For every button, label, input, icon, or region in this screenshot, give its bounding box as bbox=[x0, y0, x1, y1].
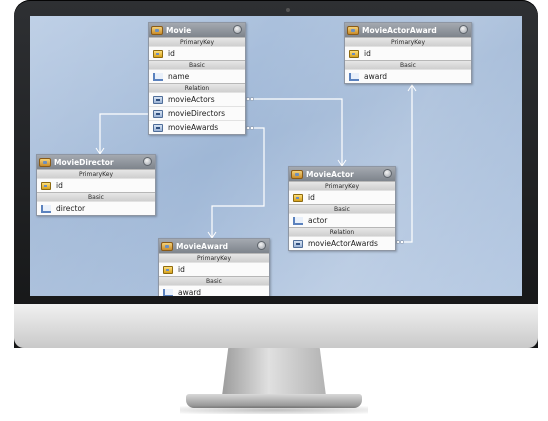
section-label-primarykey: PrimaryKey bbox=[159, 253, 269, 262]
connector-end-marker bbox=[246, 97, 250, 101]
field-row[interactable]: id bbox=[289, 190, 395, 204]
field-row[interactable]: name bbox=[149, 69, 245, 83]
field-row[interactable]: id bbox=[37, 178, 155, 192]
entity-header[interactable]: MovieAward bbox=[159, 239, 269, 253]
entity-title: MovieDirector bbox=[54, 157, 114, 167]
entity-icon bbox=[347, 25, 359, 35]
connector-end-marker bbox=[400, 240, 404, 244]
key-icon bbox=[41, 181, 51, 190]
entity-header[interactable]: MovieDirector bbox=[37, 155, 155, 169]
field-name: director bbox=[56, 204, 86, 213]
field-row[interactable]: actor bbox=[289, 213, 395, 227]
basic-field-icon bbox=[41, 204, 51, 213]
section-label-basic: Basic bbox=[159, 276, 269, 285]
collapse-icon[interactable] bbox=[257, 241, 266, 250]
relation-icon bbox=[153, 109, 163, 118]
entity-movie[interactable]: Movie PrimaryKey id Basic name Relation … bbox=[148, 22, 246, 135]
entity-movie-award[interactable]: MovieAward PrimaryKey id Basic award bbox=[158, 238, 270, 296]
section-label-relation: Relation bbox=[289, 227, 395, 236]
field-name: name bbox=[168, 72, 190, 81]
entity-title: MovieAward bbox=[176, 241, 229, 251]
relation-icon bbox=[153, 95, 163, 104]
monitor-stand-neck bbox=[222, 348, 326, 396]
field-row[interactable]: movieActorAwards bbox=[289, 236, 395, 250]
field-name: movieAwards bbox=[168, 123, 219, 132]
monitor-chin bbox=[14, 304, 538, 348]
connector-movieactor-movieactoraward[interactable] bbox=[394, 85, 413, 243]
entity-header[interactable]: Movie bbox=[149, 23, 245, 37]
section-label-primarykey: PrimaryKey bbox=[345, 37, 471, 46]
connector-end-marker bbox=[250, 126, 254, 130]
entity-icon bbox=[161, 241, 173, 251]
field-name: id bbox=[364, 49, 371, 58]
entity-icon bbox=[39, 157, 51, 167]
field-name: award bbox=[364, 72, 388, 81]
entity-movie-actor-award[interactable]: MovieActorAward PrimaryKey id Basic awar… bbox=[344, 22, 472, 84]
key-icon bbox=[349, 49, 359, 58]
entity-title: Movie bbox=[166, 25, 192, 35]
field-name: id bbox=[308, 193, 315, 202]
entity-header[interactable]: MovieActorAward bbox=[345, 23, 471, 37]
entity-movie-director[interactable]: MovieDirector PrimaryKey id Basic direct… bbox=[36, 154, 156, 216]
key-icon bbox=[163, 265, 173, 274]
collapse-icon[interactable] bbox=[459, 25, 468, 34]
relation-icon bbox=[153, 123, 163, 132]
field-name: movieActors bbox=[168, 95, 215, 104]
entity-header[interactable]: MovieActor bbox=[289, 167, 395, 181]
collapse-icon[interactable] bbox=[383, 169, 392, 178]
entity-title: MovieActor bbox=[306, 169, 354, 179]
section-label-primarykey: PrimaryKey bbox=[289, 181, 395, 190]
section-label-primarykey: PrimaryKey bbox=[149, 37, 245, 46]
field-name: movieDirectors bbox=[168, 109, 226, 118]
field-name: actor bbox=[308, 216, 328, 225]
field-row[interactable]: movieActors bbox=[149, 92, 245, 106]
field-row[interactable]: director bbox=[37, 201, 155, 215]
field-name: award bbox=[178, 288, 202, 296]
field-row[interactable]: movieAwards bbox=[149, 120, 245, 134]
connector-movie-moviedirector[interactable] bbox=[99, 113, 148, 154]
field-row[interactable]: award bbox=[159, 285, 269, 296]
entity-title: MovieActorAward bbox=[362, 25, 437, 35]
entity-icon bbox=[291, 169, 303, 179]
relation-icon bbox=[293, 239, 303, 248]
monitor-stand-shadow bbox=[180, 406, 368, 414]
connector-end-marker bbox=[250, 97, 254, 101]
collapse-icon[interactable] bbox=[143, 157, 152, 166]
key-icon bbox=[293, 193, 303, 202]
connector-movie-movieaward[interactable] bbox=[211, 127, 265, 238]
field-row[interactable]: movieDirectors bbox=[149, 106, 245, 120]
section-label-relation: Relation bbox=[149, 83, 245, 92]
field-row[interactable]: id bbox=[149, 46, 245, 60]
basic-field-icon bbox=[163, 288, 173, 296]
field-name: movieActorAwards bbox=[308, 239, 378, 248]
camera-dot bbox=[286, 8, 290, 12]
section-label-basic: Basic bbox=[345, 60, 471, 69]
key-icon bbox=[153, 49, 163, 58]
field-row[interactable]: id bbox=[159, 262, 269, 276]
connector-end-marker bbox=[396, 240, 400, 244]
field-name: id bbox=[56, 181, 63, 190]
basic-field-icon bbox=[153, 72, 163, 81]
diagram-canvas[interactable]: Movie PrimaryKey id Basic name Relation … bbox=[30, 16, 522, 296]
field-row[interactable]: award bbox=[345, 69, 471, 83]
field-name: id bbox=[178, 265, 185, 274]
field-row[interactable]: id bbox=[345, 46, 471, 60]
field-name: id bbox=[168, 49, 175, 58]
connector-end-marker bbox=[246, 126, 250, 130]
entity-icon bbox=[151, 25, 163, 35]
section-label-basic: Basic bbox=[37, 192, 155, 201]
entity-movie-actor[interactable]: MovieActor PrimaryKey id Basic actor Rel… bbox=[288, 166, 396, 251]
section-label-basic: Basic bbox=[289, 204, 395, 213]
basic-field-icon bbox=[349, 72, 359, 81]
section-label-basic: Basic bbox=[149, 60, 245, 69]
basic-field-icon bbox=[293, 216, 303, 225]
section-label-primarykey: PrimaryKey bbox=[37, 169, 155, 178]
collapse-icon[interactable] bbox=[233, 25, 242, 34]
connector-movie-movieactor[interactable] bbox=[246, 98, 343, 166]
